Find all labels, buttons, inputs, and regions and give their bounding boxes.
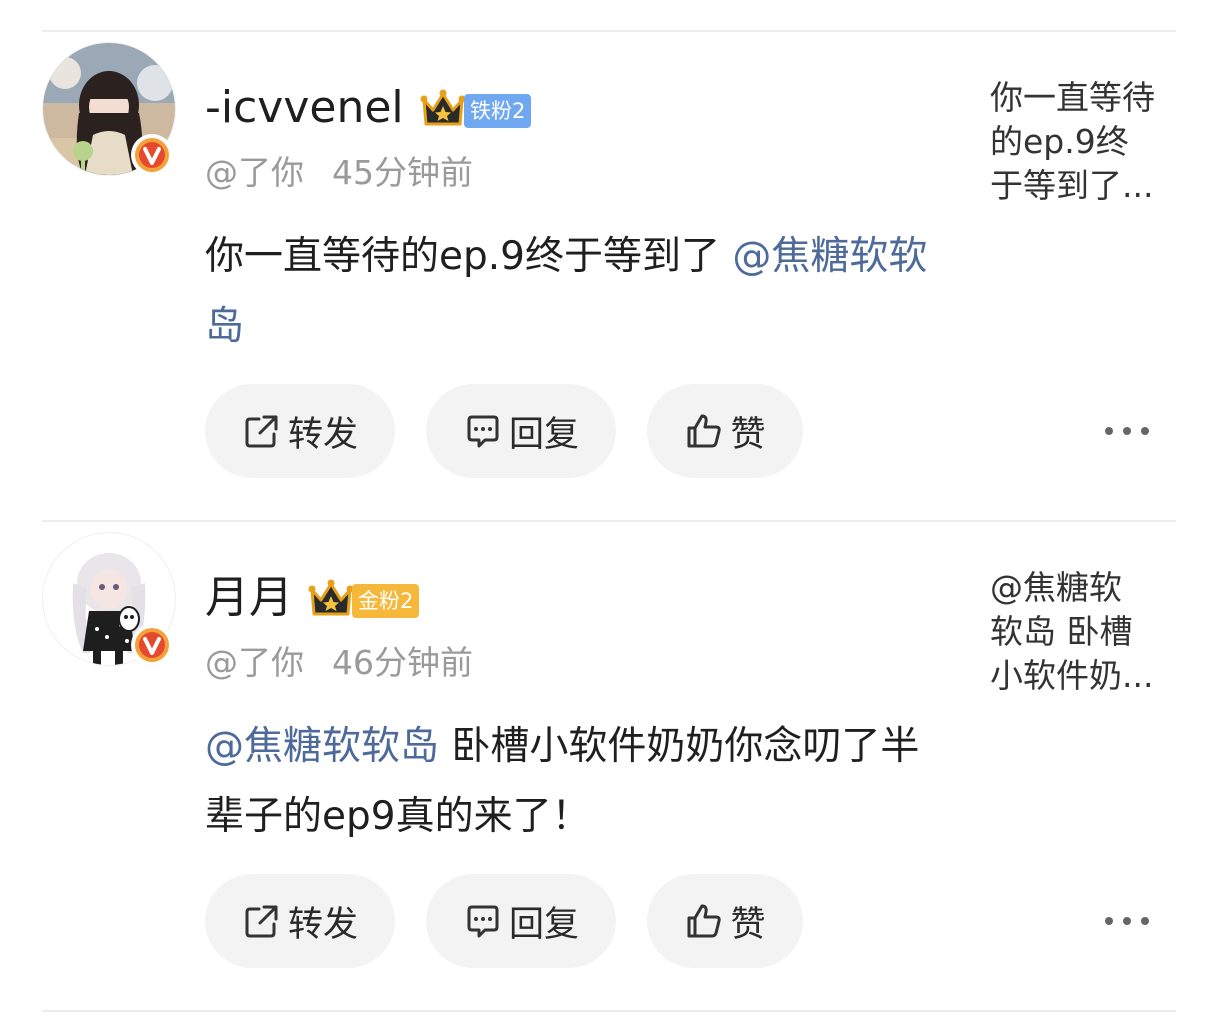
like-button[interactable]: 赞 <box>647 874 803 968</box>
mention-handle: @了你 <box>205 153 304 192</box>
username[interactable]: -icvvenel <box>205 78 404 138</box>
repost-icon <box>245 905 278 938</box>
like-label: 赞 <box>730 904 766 945</box>
crown-icon <box>420 89 466 126</box>
reply-label: 回复 <box>508 414 579 455</box>
more-button[interactable] <box>1105 908 1149 934</box>
content-text: 你一直等待的ep.9终于等到了 <box>205 234 733 279</box>
more-icon-dot <box>1141 917 1149 925</box>
verified-icon <box>131 624 173 666</box>
repost-button[interactable]: 转发 <box>205 384 395 478</box>
reply-icon <box>467 415 499 448</box>
timestamp: 45分钟前 <box>332 153 473 192</box>
preview-line: 你一直等待 <box>990 78 1155 117</box>
preview-line: @焦糖软 <box>990 568 1122 607</box>
like-icon <box>687 414 722 448</box>
preview-line: 的ep.9终 <box>990 122 1129 161</box>
original-post-preview[interactable]: @焦糖软 软岛 卧槽 小软件奶... <box>990 566 1180 698</box>
reply-icon <box>467 905 499 938</box>
reply-button[interactable]: 回复 <box>426 384 616 478</box>
comment-card: -icvvenel 铁粉2 @了你 45分钟前 你一直等待的ep.9终于等到了 @… <box>0 0 1206 490</box>
comment-meta: @了你 45分钟前 <box>205 150 473 196</box>
like-button[interactable]: 赞 <box>647 384 803 478</box>
comment-card: 月月 金粉2 @了你 46分钟前 @焦糖软软岛 卧槽小软件奶奶你念叨了半辈子的ep… <box>0 490 1206 980</box>
preview-line: 软岛 卧槽 <box>990 612 1133 651</box>
repost-icon <box>245 415 278 448</box>
more-button[interactable] <box>1105 418 1149 444</box>
reply-label: 回复 <box>508 904 579 945</box>
more-icon-dot <box>1123 427 1131 435</box>
more-icon-dot <box>1105 917 1113 925</box>
repost-button[interactable]: 转发 <box>205 874 395 968</box>
crown-icon <box>308 579 354 616</box>
repost-label: 转发 <box>287 414 358 455</box>
mention-handle: @了你 <box>205 643 304 682</box>
like-icon <box>687 904 722 938</box>
divider <box>42 1010 1176 1012</box>
timestamp: 46分钟前 <box>332 643 473 682</box>
comment-content: 你一直等待的ep.9终于等到了 @焦糖软软岛 <box>205 222 945 362</box>
preview-line: 于等到了... <box>990 166 1154 205</box>
repost-label: 转发 <box>287 904 358 945</box>
mention-link[interactable]: @焦糖软软岛 <box>205 724 439 769</box>
more-icon-dot <box>1123 917 1131 925</box>
more-icon-dot <box>1141 427 1149 435</box>
comment-meta: @了你 46分钟前 <box>205 640 473 686</box>
like-label: 赞 <box>730 414 766 455</box>
more-icon-dot <box>1105 427 1113 435</box>
verified-icon <box>131 134 173 176</box>
username[interactable]: 月月 <box>205 568 293 628</box>
original-post-preview[interactable]: 你一直等待 的ep.9终 于等到了... <box>990 76 1180 208</box>
fan-badge: 铁粉2 <box>464 94 532 128</box>
preview-line: 小软件奶... <box>990 656 1154 695</box>
comment-content: @焦糖软软岛 卧槽小软件奶奶你念叨了半辈子的ep9真的来了！ <box>205 712 945 852</box>
fan-badge: 金粉2 <box>352 584 420 618</box>
reply-button[interactable]: 回复 <box>426 874 616 968</box>
